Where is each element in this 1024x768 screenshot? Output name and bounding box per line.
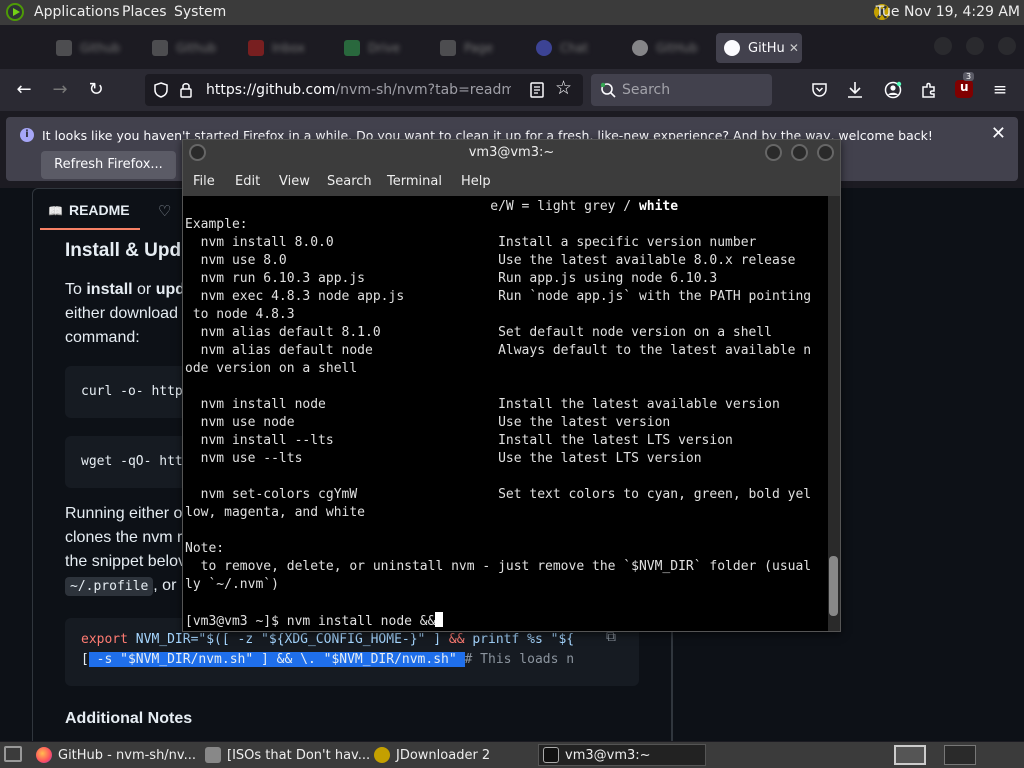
maximize-icon[interactable]: [791, 144, 808, 161]
menu-edit[interactable]: Edit: [235, 174, 260, 189]
search-placeholder: Search: [622, 82, 671, 98]
reload-icon[interactable]: ↻: [84, 78, 108, 102]
paragraph-line: Running either o: [65, 505, 183, 522]
close-window-icon[interactable]: [998, 37, 1016, 55]
page-icon: [440, 40, 456, 56]
paragraph-line: either download: [65, 305, 178, 322]
url-path: /nvm-sh/nvm?tab=readme-ov-f: [335, 82, 511, 98]
clock[interactable]: Tue Nov 19, 4:29 AM: [876, 4, 1020, 20]
firefox-icon: [36, 747, 52, 763]
close-icon[interactable]: ✕: [991, 123, 1006, 144]
url-text: https://github.com/nvm-sh/nvm?tab=readme…: [206, 82, 511, 98]
gmail-icon: [248, 40, 264, 56]
task-terminal[interactable]: vm3@vm3:~: [538, 744, 706, 766]
maximize-icon[interactable]: [966, 37, 984, 55]
menu-terminal[interactable]: Terminal: [387, 174, 442, 189]
reader-view-icon[interactable]: [530, 82, 544, 98]
browser-navbar: ← → ↻ https://github.com/nvm-sh/nvm?tab=…: [0, 69, 1024, 111]
paragraph-line: command:: [65, 329, 140, 346]
section-heading: Install & Upd: [65, 240, 182, 261]
browser-tab-active[interactable]: GitHu ✕: [716, 33, 802, 63]
url-host: https://github.com: [206, 82, 336, 98]
bookmark-star-icon[interactable]: ☆: [555, 77, 572, 99]
terminal-titlebar[interactable]: vm3@vm3:~: [183, 140, 840, 167]
paragraph-line: the snippet belov: [65, 553, 186, 570]
terminal-scrollbar[interactable]: [828, 196, 840, 631]
github-icon: [724, 40, 740, 56]
browser-tab-strip: Github Github Inbox Drive Page Chat GitH…: [0, 25, 1024, 69]
paragraph-line: ~/.profile, or: [65, 574, 176, 599]
task-file-manager[interactable]: [ISOs that Don't hav...: [205, 744, 370, 766]
scrollbar-thumb[interactable]: [829, 556, 838, 616]
minimize-icon[interactable]: [765, 144, 782, 161]
info-icon: i: [20, 128, 34, 142]
menu-view[interactable]: View: [279, 174, 310, 189]
workspace-2[interactable]: [944, 745, 976, 765]
selected-text: -s "$NVM_DIR/nvm.sh" ] && \. "$NVM_DIR/n…: [88, 652, 465, 667]
terminal-menubar: File Edit View Search Terminal Help: [183, 167, 840, 196]
close-icon[interactable]: [817, 144, 834, 161]
browser-tab[interactable]: Page: [432, 33, 522, 63]
extension-badge: 3: [963, 72, 975, 81]
terminal-cursor: [435, 612, 444, 627]
menu-search[interactable]: Search: [327, 174, 372, 189]
browser-tab[interactable]: Inbox: [240, 33, 330, 63]
browser-tab[interactable]: Github: [48, 33, 138, 63]
shield-icon[interactable]: [153, 82, 169, 98]
menu-help[interactable]: Help: [461, 174, 491, 189]
tab-active-underline: [40, 228, 140, 230]
bottom-taskbar: GitHub - nvm-sh/nv... [ISOs that Don't h…: [0, 742, 1024, 768]
account-icon[interactable]: [884, 81, 902, 99]
task-firefox[interactable]: GitHub - nvm-sh/nv...: [36, 744, 202, 766]
search-icon: [600, 82, 616, 98]
terminal-screen[interactable]: e/W = light grey / white Example: nvm in…: [183, 196, 828, 631]
menu-system[interactable]: System: [174, 4, 226, 20]
close-tab-icon[interactable]: ✕: [789, 41, 799, 55]
code-line: [ -s "$NVM_DIR/nvm.sh" ] && \. "$NVM_DIR…: [81, 652, 575, 667]
terminal-window[interactable]: vm3@vm3:~ File Edit View Search Terminal…: [182, 139, 841, 632]
refresh-firefox-button[interactable]: Refresh Firefox...: [41, 151, 176, 179]
active-tab-label: GitHu: [748, 40, 785, 56]
back-arrow-icon[interactable]: ←: [12, 78, 36, 102]
extensions-puzzle-icon[interactable]: [920, 81, 938, 99]
browser-tab[interactable]: Drive: [336, 33, 426, 63]
forward-arrow-icon[interactable]: →: [48, 78, 72, 102]
subheading: Additional Notes: [65, 710, 193, 727]
top-panel: Applications Places System Tue Nov 19, 4…: [0, 0, 1024, 25]
terminal-title: vm3@vm3:~: [468, 145, 555, 160]
minimize-icon[interactable]: [934, 37, 952, 55]
ublock-origin-icon[interactable]: u 3: [955, 72, 975, 98]
hamburger-menu-icon[interactable]: ≡: [988, 78, 1012, 102]
applications-logo-icon[interactable]: [6, 3, 24, 21]
jdownloader-icon: [374, 747, 390, 763]
page-icon: [152, 40, 168, 56]
browser-tab[interactable]: GitHub: [624, 33, 714, 63]
search-bar[interactable]: Search: [591, 74, 772, 106]
task-jdownloader[interactable]: JDownloader 2: [374, 744, 534, 766]
terminal-icon: [543, 747, 559, 763]
url-bar[interactable]: https://github.com/nvm-sh/nvm?tab=readme…: [145, 74, 583, 106]
pocket-icon[interactable]: [811, 82, 828, 98]
drive-icon: [344, 40, 360, 56]
heart-icon[interactable]: ♡: [158, 202, 171, 220]
browser-tab[interactable]: Chat: [528, 33, 618, 63]
folder-icon: [205, 747, 221, 763]
menu-file[interactable]: File: [193, 174, 215, 189]
download-icon[interactable]: [847, 81, 863, 99]
show-desktop-icon[interactable]: [4, 746, 22, 762]
menu-places[interactable]: Places: [122, 4, 167, 20]
tab-readme[interactable]: README: [48, 202, 130, 218]
browser-tab[interactable]: Github: [144, 33, 234, 63]
discord-icon: [536, 40, 552, 56]
github-icon: [632, 40, 648, 56]
terminal-output: e/W = light grey / white Example: nvm in…: [185, 199, 812, 629]
paragraph-line: clones the nvm r: [65, 529, 183, 546]
page-icon: [56, 40, 72, 56]
menu-applications[interactable]: Applications: [34, 4, 120, 20]
lock-icon[interactable]: [179, 82, 193, 98]
workspace-1[interactable]: [894, 745, 926, 765]
paragraph-line: To install or upd: [65, 281, 186, 298]
code-line: export NVM_DIR="$([ -z "${XDG_CONFIG_HOM…: [81, 632, 575, 647]
